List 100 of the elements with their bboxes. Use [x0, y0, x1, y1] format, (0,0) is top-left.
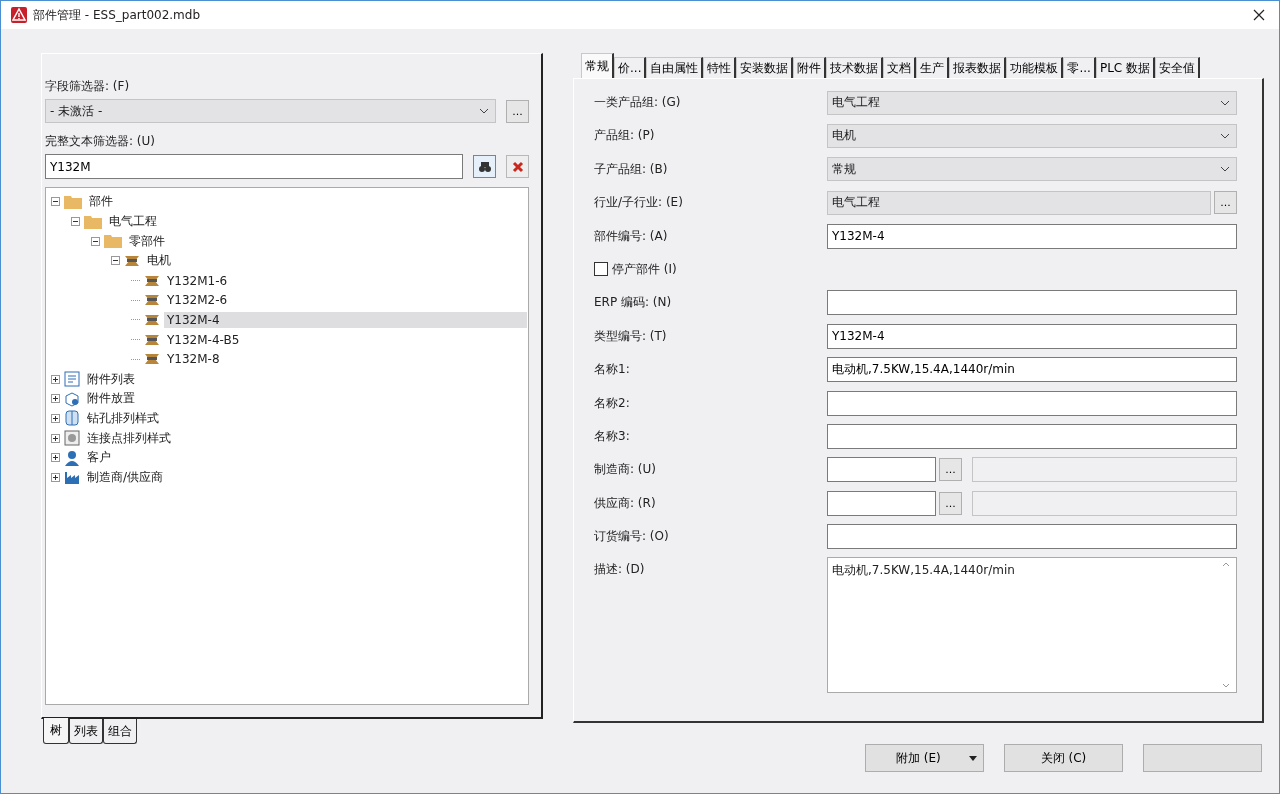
input-field[interactable]: Y132M-4	[827, 223, 1237, 249]
tab[interactable]: 安装数据	[736, 57, 794, 78]
tab[interactable]: 报表数据	[949, 57, 1007, 78]
tab[interactable]: 常规	[581, 53, 614, 78]
field-label: 制造商: (U)	[594, 461, 657, 479]
browse-button[interactable]: ...	[1214, 191, 1237, 215]
view-tab[interactable]: 树	[43, 718, 69, 744]
collapse-icon[interactable]	[111, 256, 120, 266]
browse-button[interactable]: ...	[939, 491, 962, 515]
input-field[interactable]	[827, 524, 1237, 550]
input-field[interactable]	[827, 457, 936, 483]
tree-item[interactable]: 制造商/供应商	[84, 467, 167, 487]
tab[interactable]: 附件	[793, 57, 827, 78]
field-label: 名称2:	[594, 394, 631, 412]
field-label: 部件编号: (A)	[594, 227, 669, 245]
chevron-down-icon	[1220, 166, 1230, 173]
field-label: 产品组: (P)	[594, 127, 656, 145]
collapse-icon[interactable]	[91, 236, 100, 246]
tab[interactable]: PLC 数据	[1095, 57, 1156, 78]
expand-icon[interactable]	[51, 413, 60, 423]
expand-icon[interactable]	[51, 453, 60, 463]
scroll-up-icon[interactable]	[1222, 562, 1230, 568]
scroll-down-icon[interactable]	[1222, 683, 1230, 689]
chevron-down-icon	[1220, 99, 1230, 106]
tree-item[interactable]: Y132M-8	[164, 351, 223, 368]
tree-item[interactable]: 部件	[86, 192, 116, 212]
field-label: 名称3:	[594, 427, 631, 445]
tree-item[interactable]: 钻孔排列样式	[84, 408, 162, 428]
text-filter-field[interactable]: Y132M	[45, 154, 463, 179]
collapse-icon[interactable]	[51, 197, 60, 207]
tab[interactable]: 文档	[883, 57, 917, 78]
tree-item[interactable]: Y132M-4-B5	[164, 331, 243, 348]
field-label: 字段筛选器: (F)	[45, 78, 131, 95]
motor-icon	[124, 253, 140, 268]
tab[interactable]: 特性	[703, 57, 737, 78]
chevron-down-icon	[1220, 132, 1230, 139]
expand-icon[interactable]	[51, 433, 60, 443]
window-title: 部件管理 - ESS_part002.mdb	[33, 6, 201, 24]
rail-icon	[64, 410, 80, 427]
input-field[interactable]	[827, 290, 1237, 316]
field-label: ERP 编码: (N)	[594, 294, 673, 312]
tree-item[interactable]: Y132M-4	[164, 311, 527, 328]
tree-item[interactable]: 附件列表	[84, 369, 138, 389]
collapse-icon[interactable]	[71, 217, 80, 227]
motor-icon	[144, 332, 160, 347]
tab[interactable]: 生产	[916, 57, 950, 78]
tab[interactable]: 价...	[614, 57, 647, 78]
motor-icon	[144, 273, 160, 288]
input-field[interactable]	[827, 390, 1237, 416]
browse-button[interactable]: ...	[506, 99, 529, 123]
dropdown[interactable]: 常规	[827, 157, 1237, 182]
input-field[interactable]: 电气工程	[827, 190, 1211, 215]
tree-item[interactable]: 客户	[84, 448, 114, 468]
factory-icon	[64, 469, 80, 486]
description-field[interactable]: 电动机,7.5KW,15.4A,1440r/min	[827, 557, 1237, 694]
expand-icon[interactable]	[51, 394, 60, 404]
dropdown[interactable]: 电气工程	[827, 90, 1237, 115]
tree-item[interactable]: 电机	[144, 251, 174, 271]
browse-button[interactable]: ...	[939, 458, 962, 482]
checkbox-label: 停产部件 (I)	[612, 260, 677, 278]
checkbox[interactable]	[594, 262, 608, 277]
tab[interactable]: 技术数据	[826, 57, 884, 78]
input-field[interactable]	[827, 423, 1237, 449]
app-logo-icon	[11, 7, 27, 23]
expand-icon[interactable]	[51, 472, 60, 482]
dropdown[interactable]: 电机	[827, 123, 1237, 148]
close-icon[interactable]	[1253, 9, 1265, 21]
view-tab[interactable]: 列表	[69, 719, 103, 744]
caret-icon	[969, 755, 977, 761]
field-label: 供应商: (R)	[594, 494, 657, 512]
input-field[interactable]	[827, 490, 936, 516]
tree-item[interactable]: 电气工程	[106, 212, 160, 232]
motor-icon	[144, 312, 160, 327]
tree-item[interactable]: 连接点排列样式	[84, 428, 174, 448]
tab[interactable]: 自由属性	[646, 57, 704, 78]
tree-item[interactable]: Y132M1-6	[164, 272, 231, 289]
field-label: 子产品组: (B)	[594, 160, 669, 178]
search-button[interactable]	[473, 155, 496, 178]
field-filter-dropdown[interactable]: - 未激活 -	[45, 99, 496, 123]
add-button[interactable]: 附加 (E)	[865, 744, 984, 772]
tab[interactable]: 功能模板	[1006, 57, 1064, 78]
folder-icon	[64, 194, 82, 209]
view-tab[interactable]: 组合	[103, 719, 137, 744]
tree-item[interactable]: 附件放置	[84, 389, 138, 409]
tree-item[interactable]: Y132M2-6	[164, 292, 231, 309]
tab[interactable]: 安全值	[1155, 57, 1201, 78]
expand-icon[interactable]	[51, 374, 60, 384]
list-icon	[64, 371, 80, 388]
folder-icon	[84, 214, 102, 229]
field-label: 一类产品组: (G)	[594, 94, 682, 111]
input-field[interactable]: 电动机,7.5KW,15.4A,1440r/min	[827, 357, 1237, 383]
field-label: 行业/子行业: (E)	[594, 194, 684, 212]
close-button[interactable]: 关闭 (C)	[1004, 744, 1123, 772]
clear-button[interactable]	[506, 155, 529, 178]
tree-item[interactable]: 零部件	[126, 231, 168, 251]
field-label: 名称1:	[594, 361, 631, 379]
input-field[interactable]: Y132M-4	[827, 323, 1237, 349]
tab[interactable]: 零...	[1063, 57, 1096, 78]
motor-icon	[144, 293, 160, 308]
field-label: 类型编号: (T)	[594, 327, 668, 345]
